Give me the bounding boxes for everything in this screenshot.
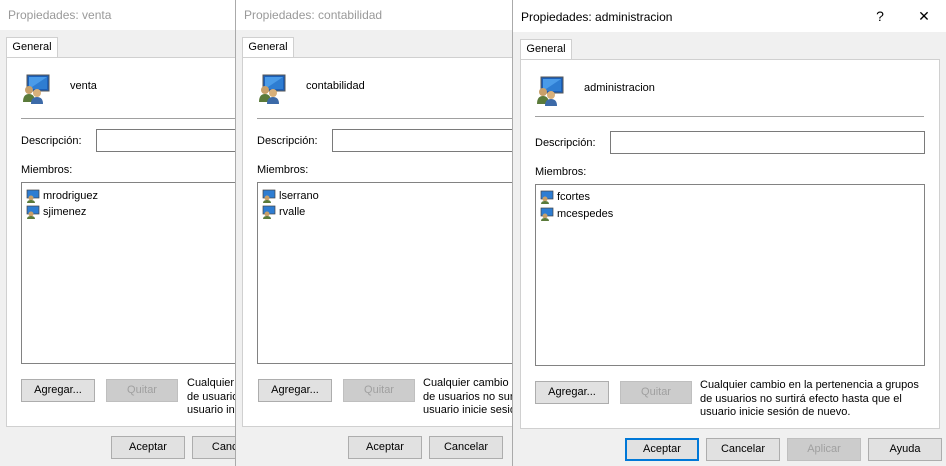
members-list[interactable]: fcortes mcespedes (535, 184, 925, 366)
separator (257, 118, 535, 119)
cancel-button[interactable]: Cancelar (706, 438, 780, 461)
title-bar[interactable]: Propiedades: administracion ? ✕ (513, 0, 946, 32)
group-name: contabilidad (306, 80, 365, 92)
member-name: sjimenez (43, 206, 87, 218)
user-icon (262, 205, 276, 220)
members-label: Miembros: (535, 166, 587, 178)
window-title: Propiedades: administracion (521, 10, 673, 24)
description-field[interactable] (332, 129, 535, 152)
add-button[interactable]: Agregar... (535, 381, 609, 404)
membership-note: Cualquier cambio e de usuarios no surtir… (423, 377, 523, 416)
member-name: fcortes (557, 191, 591, 203)
tab-general[interactable]: General (520, 39, 572, 60)
title-bar[interactable]: Propiedades: contabilidad (236, 0, 535, 30)
close-icon[interactable]: ✕ (902, 1, 946, 31)
list-item[interactable]: lserrano (262, 188, 319, 204)
remove-button[interactable]: Quitar (106, 379, 178, 402)
members-label: Miembros: (257, 164, 309, 176)
members-list[interactable]: lserrano rvalle (257, 182, 535, 364)
user-icon (262, 189, 276, 204)
add-button[interactable]: Agregar... (21, 379, 95, 402)
ok-button[interactable]: Aceptar (111, 436, 185, 459)
group-name: administracion (584, 82, 655, 94)
group-icon (537, 76, 564, 106)
member-name: mcespedes (557, 208, 614, 220)
apply-button[interactable]: Aplicar (787, 438, 861, 461)
description-label: Descripción: (257, 135, 318, 147)
list-item[interactable]: mrodriguez (26, 188, 98, 204)
user-icon (540, 190, 554, 205)
cancel-button[interactable]: Cancelar (429, 436, 503, 459)
list-item[interactable]: fcortes (540, 189, 590, 205)
membership-note: Cualquier cambio en la pertenencia a gru… (700, 379, 919, 418)
description-field[interactable] (610, 131, 925, 154)
separator (535, 116, 924, 117)
tab-general[interactable]: General (242, 37, 294, 58)
member-name: mrodriguez (43, 190, 99, 202)
list-item[interactable]: mcespedes (540, 206, 613, 222)
description-label: Descripción: (535, 137, 596, 149)
group-name: venta (70, 80, 97, 92)
list-item[interactable]: rvalle (262, 204, 305, 220)
add-button[interactable]: Agregar... (258, 379, 332, 402)
user-icon (26, 189, 40, 204)
help-button[interactable]: Ayuda (868, 438, 942, 461)
user-icon (26, 205, 40, 220)
ok-button[interactable]: Aceptar (348, 436, 422, 459)
help-title-button[interactable]: ? (858, 1, 902, 31)
dialog-contabilidad: Propiedades: contabilidad General contab… (235, 0, 535, 466)
member-name: lserrano (279, 190, 319, 202)
tab-general[interactable]: General (6, 37, 58, 58)
ok-button[interactable]: Aceptar (625, 438, 699, 461)
user-icon (540, 207, 554, 222)
group-icon (23, 74, 50, 104)
list-item[interactable]: sjimenez (26, 204, 86, 220)
remove-button[interactable]: Quitar (620, 381, 692, 404)
members-label: Miembros: (21, 164, 73, 176)
description-label: Descripción: (21, 135, 82, 147)
group-icon (259, 74, 286, 104)
member-name: rvalle (279, 206, 306, 218)
window-title: Propiedades: venta (8, 8, 112, 22)
window-title: Propiedades: contabilidad (244, 8, 383, 22)
dialog-administracion: Propiedades: administracion ? ✕ General … (512, 0, 946, 466)
remove-button[interactable]: Quitar (343, 379, 415, 402)
